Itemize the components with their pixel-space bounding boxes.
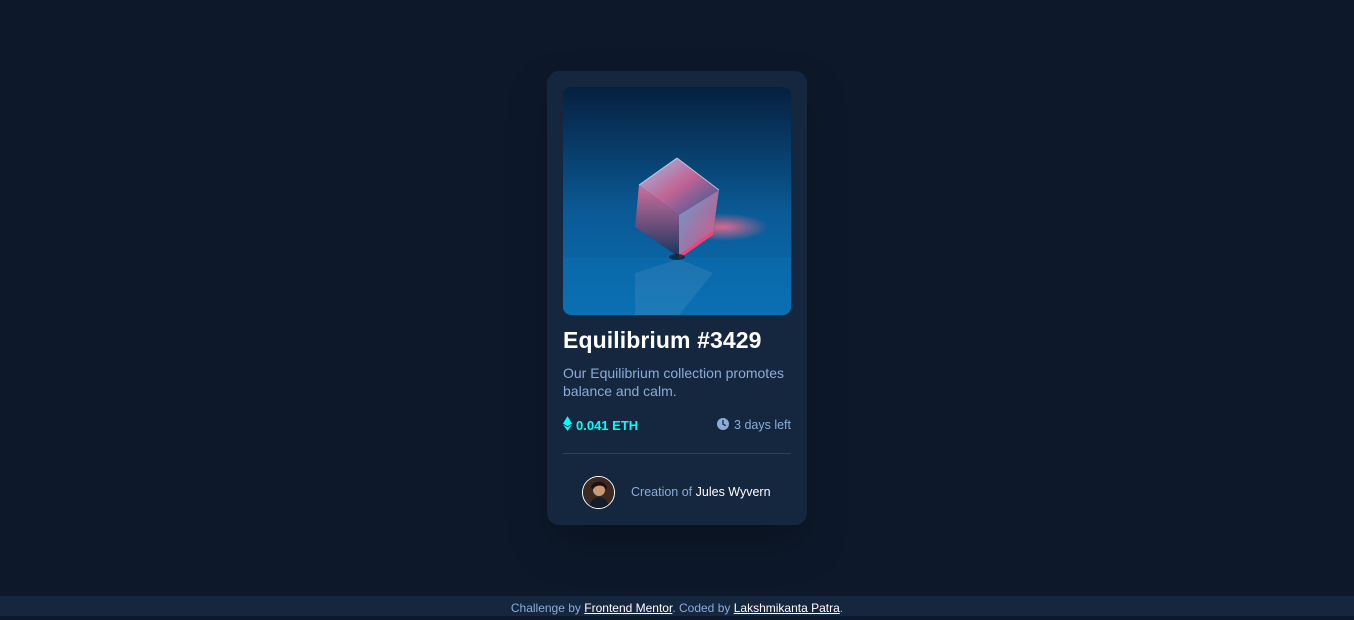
attribution-footer: Challenge by Frontend Mentor. Coded by L… (0, 596, 1354, 616)
divider (563, 453, 791, 454)
card-title[interactable]: Equilibrium #3429 (563, 327, 762, 354)
price: 0.041 ETH (563, 416, 638, 434)
clock-icon (717, 417, 730, 433)
creator-avatar (582, 475, 615, 509)
time-left-value: 3 days left (734, 418, 791, 432)
creator-row: Creation of Jules Wyvern (582, 475, 771, 509)
author-link[interactable]: Lakshmikanta Patra (734, 601, 840, 615)
time-left: 3 days left (717, 417, 791, 433)
card-meta: 0.041 ETH 3 days left (563, 416, 791, 434)
card-description: Our Equilibrium collection promotes bala… (563, 365, 784, 399)
footer-suffix: . (839, 601, 844, 615)
creator-text: Creation of Jules Wyvern (631, 485, 771, 499)
creator-name[interactable]: Jules Wyvern (696, 485, 771, 499)
price-value: 0.041 ETH (576, 417, 639, 433)
equilibrium-image[interactable] (563, 87, 791, 315)
creator-prefix: Creation of (631, 485, 693, 499)
crystal-cube-illustration (563, 87, 791, 315)
nft-preview-card: Equilibrium #3429 Our Equilibrium collec… (547, 71, 807, 525)
ethereum-icon (563, 416, 572, 434)
footer-prefix: Challenge by (510, 601, 581, 615)
footer-middle: . Coded by (672, 601, 731, 615)
frontend-mentor-link[interactable]: Frontend Mentor (584, 601, 672, 615)
